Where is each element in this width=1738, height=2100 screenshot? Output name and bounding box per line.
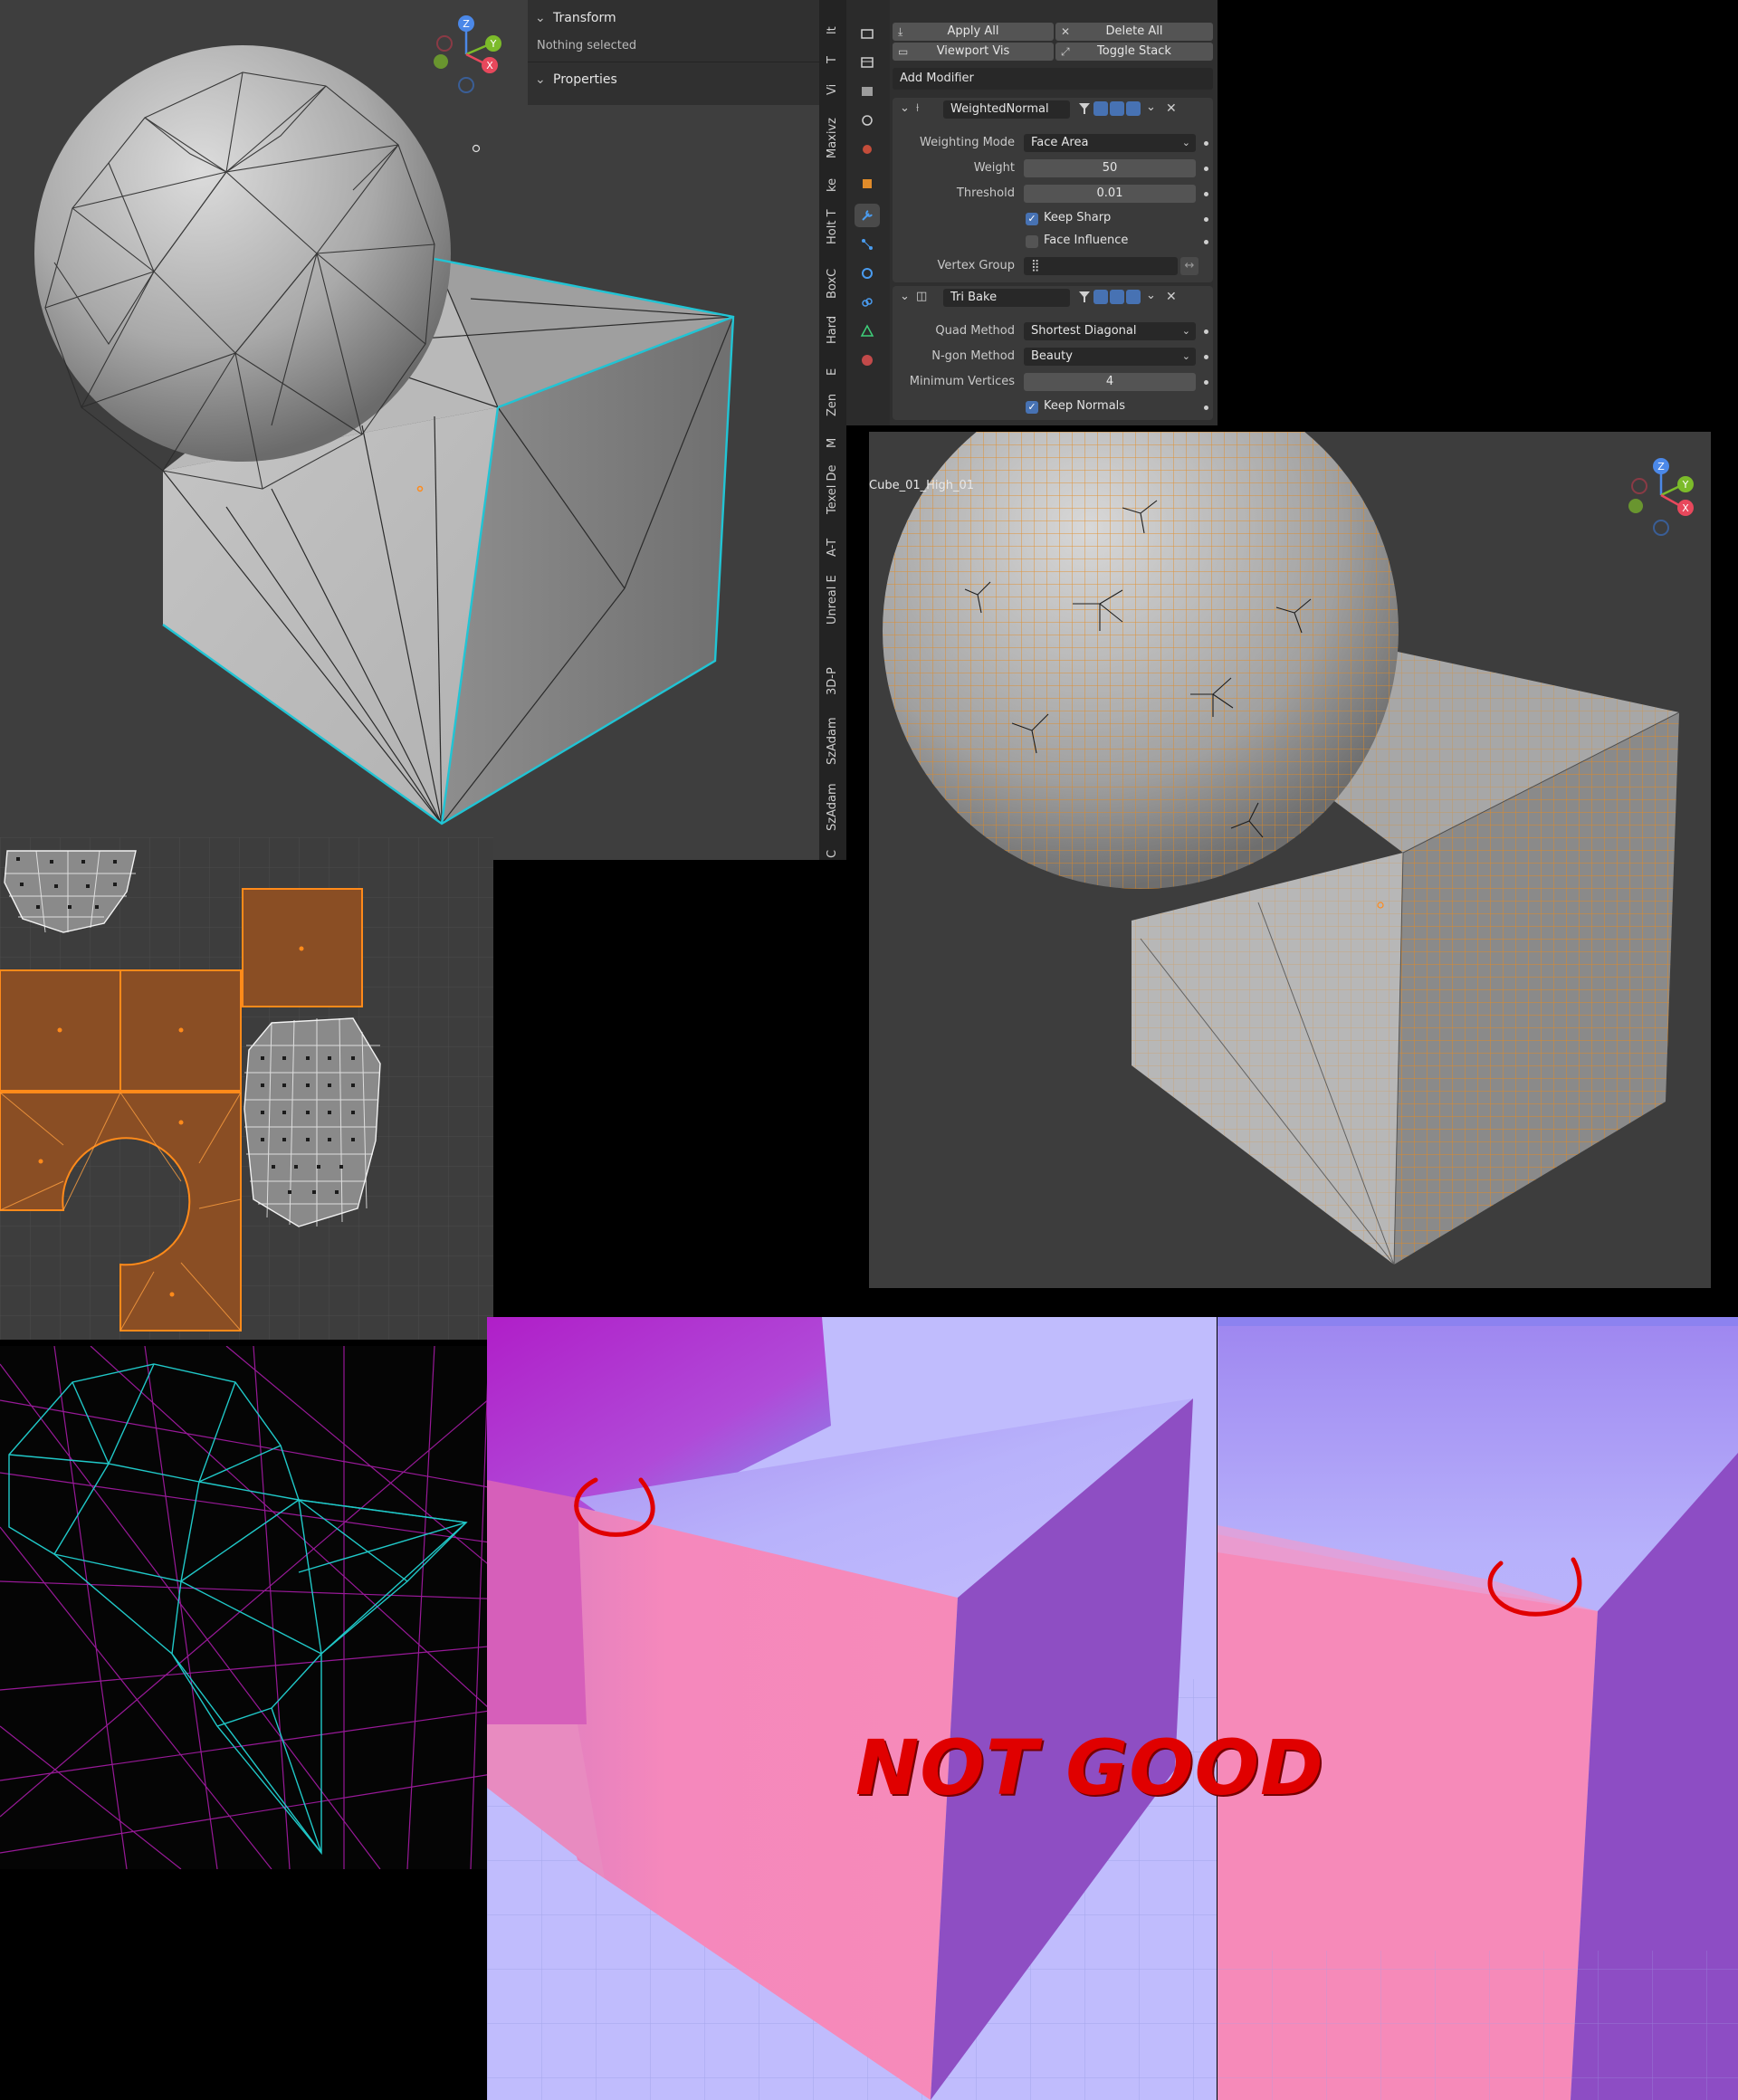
- n-panel: ⌄ Transform Nothing selected ⌄ Properties: [528, 0, 819, 105]
- close-icon[interactable]: ✕: [1166, 290, 1177, 304]
- wireframe-render: [0, 1346, 509, 1869]
- sidebar-tabs: lt T Vi Maxivz ke Holt T BoxC Hard E Zen…: [819, 0, 846, 860]
- wireframe-overlay: [0, 1346, 509, 1869]
- weighted-normal-modifier: ⌄ ⟊ WeightedNormal ⌄ ✕ Weighting Mode Fa…: [893, 98, 1213, 282]
- chevron-down-icon: ⌄: [1181, 350, 1190, 362]
- svg-text:Z: Z: [1657, 461, 1665, 472]
- properties-header[interactable]: ⌄ Properties: [528, 68, 819, 91]
- tri-bake-modifier: ⌄ ◫ Tri Bake ⌄ ✕ Quad Method Shortest Di…: [893, 286, 1213, 420]
- output-icon[interactable]: [855, 80, 880, 103]
- threshold-label: Threshold: [956, 186, 1015, 200]
- svg-text:X: X: [486, 60, 493, 72]
- wrench-icon[interactable]: [855, 204, 880, 227]
- uv-layout: [0, 837, 493, 1340]
- expand-icon: ⤢: [1061, 45, 1070, 58]
- normal-view-before: [487, 1317, 1217, 2100]
- viewport-lowpoly[interactable]: Z Y X: [0, 0, 819, 860]
- view-layer-icon[interactable]: [855, 109, 880, 132]
- chevron-down-icon: ⌄: [1181, 137, 1190, 148]
- chevron-down-icon: ⌄: [535, 72, 546, 87]
- face-influence-label: Face Influence: [1044, 234, 1129, 247]
- filter-icon[interactable]: [1077, 101, 1092, 116]
- delete-all-button[interactable]: ✕ Delete All: [1055, 23, 1213, 41]
- svg-text:X: X: [1682, 502, 1689, 514]
- keep-sharp-label: Keep Sharp: [1044, 211, 1112, 224]
- minimum-vertices-label: Minimum Vertices: [909, 375, 1015, 388]
- uv-editor[interactable]: [0, 837, 493, 1340]
- highpoly-render: Z Y X: [883, 432, 1694, 1265]
- object-name-label: Cube_01_High_01: [869, 479, 975, 492]
- weight-field[interactable]: 50: [1024, 159, 1196, 177]
- modifier-name-field[interactable]: WeightedNormal: [943, 100, 1070, 119]
- chevron-down-icon[interactable]: ⌄: [900, 290, 910, 303]
- physics-icon[interactable]: [855, 262, 880, 285]
- properties-tabs: [846, 0, 890, 425]
- modifier-name-field[interactable]: Tri Bake: [943, 289, 1070, 307]
- camera-icon[interactable]: [1126, 290, 1141, 304]
- render-icon[interactable]: [855, 51, 880, 74]
- material-icon[interactable]: [855, 348, 880, 372]
- chevron-down-icon: ⌄: [1181, 325, 1190, 337]
- threshold-field[interactable]: 0.01: [1024, 185, 1196, 203]
- normal-view-after: [1218, 1317, 1738, 2100]
- triangulate-icon: ◫: [916, 290, 928, 303]
- weighting-mode-dropdown[interactable]: Face Area ⌄: [1024, 134, 1196, 152]
- modifier-header: ⌄ ◫ Tri Bake ⌄ ✕: [893, 286, 1213, 310]
- modifier-panel: ⤓ Apply All ✕ Delete All ▭ Viewport Vis ⤢ To…: [890, 0, 1218, 425]
- transform-header[interactable]: ⌄ Transform: [528, 6, 819, 30]
- particles-icon[interactable]: [855, 233, 880, 256]
- monitor-icon: ▭: [898, 45, 909, 58]
- svg-text:Y: Y: [490, 38, 497, 50]
- ngon-method-dropdown[interactable]: Beauty ⌄: [1024, 348, 1196, 366]
- weighting-mode-label: Weighting Mode: [920, 136, 1015, 149]
- navigation-gizmo: Z Y X: [1628, 458, 1694, 536]
- chevron-down-icon: ⌄: [535, 11, 546, 25]
- navigation-gizmo: Z Y X: [434, 15, 501, 93]
- keep-sharp-checkbox[interactable]: ✓: [1026, 213, 1038, 225]
- transform-status: Nothing selected: [537, 39, 637, 52]
- keep-normals-checkbox[interactable]: ✓: [1026, 401, 1038, 414]
- viewport-highpoly[interactable]: Cube_01_High_01 Z Y X: [869, 432, 1711, 1288]
- chevron-down-icon[interactable]: ⌄: [1146, 289, 1156, 302]
- monitor-icon[interactable]: [1110, 101, 1124, 116]
- constraints-icon[interactable]: [855, 291, 880, 314]
- close-icon[interactable]: ✕: [1166, 101, 1177, 116]
- keep-normals-label: Keep Normals: [1044, 399, 1126, 413]
- vertex-group-icon: ⣿: [1031, 259, 1040, 272]
- ngon-method-label: N-gon Method: [931, 349, 1015, 363]
- scene-icon[interactable]: [855, 138, 880, 161]
- minimum-vertices-field[interactable]: 4: [1024, 373, 1196, 391]
- quad-method-label: Quad Method: [935, 324, 1015, 338]
- chevron-down-icon[interactable]: ⌄: [900, 101, 910, 115]
- face-influence-checkbox[interactable]: [1026, 235, 1038, 248]
- lowpoly-render: Z Y X: [34, 15, 735, 826]
- vertex-group-field[interactable]: ⣿: [1024, 257, 1178, 275]
- editmode-icon[interactable]: [1093, 101, 1108, 116]
- normal-render-after: [1218, 1317, 1738, 2100]
- toggle-stack-button[interactable]: ⤢ Toggle Stack: [1055, 43, 1213, 61]
- data-icon[interactable]: [855, 320, 880, 343]
- normal-render-before: [487, 1317, 1217, 2100]
- vertex-group-label: Vertex Group: [937, 259, 1016, 272]
- svg-text:Z: Z: [463, 18, 470, 30]
- svg-text:Y: Y: [1682, 479, 1689, 491]
- weighted-normal-icon: ⟊: [916, 101, 920, 115]
- download-icon: ⤓: [898, 25, 903, 38]
- filter-icon[interactable]: [1077, 290, 1092, 304]
- invert-icon[interactable]: ↔: [1180, 257, 1198, 275]
- tool-icon[interactable]: [855, 22, 880, 45]
- close-icon: ✕: [1061, 25, 1071, 38]
- viewport-vis-button[interactable]: ▭ Viewport Vis: [893, 43, 1054, 61]
- editmode-icon[interactable]: [1093, 290, 1108, 304]
- chevron-down-icon[interactable]: ⌄: [1146, 100, 1156, 114]
- apply-all-button[interactable]: ⤓ Apply All: [893, 23, 1054, 41]
- weight-label: Weight: [973, 161, 1015, 175]
- add-modifier-dropdown[interactable]: Add Modifier: [893, 68, 1213, 90]
- quad-method-dropdown[interactable]: Shortest Diagonal ⌄: [1024, 322, 1196, 340]
- monitor-icon[interactable]: [1110, 290, 1124, 304]
- modifier-header: ⌄ ⟊ WeightedNormal ⌄ ✕: [893, 98, 1213, 121]
- object-icon[interactable]: [855, 172, 880, 196]
- not-good-annotation: NOT GOOD: [855, 1723, 1324, 1812]
- camera-icon[interactable]: [1126, 101, 1141, 116]
